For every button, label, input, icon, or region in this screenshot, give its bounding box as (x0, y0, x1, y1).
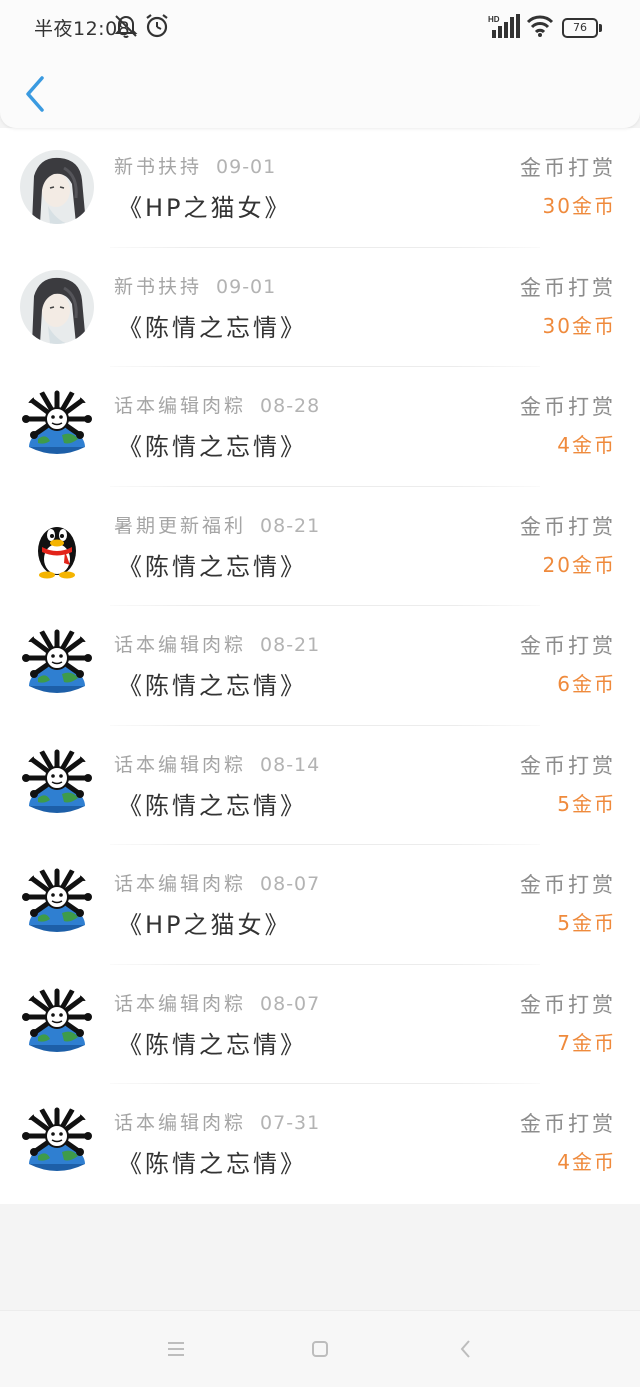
avatar[interactable] (20, 1106, 94, 1180)
source-name: 话本编辑肉粽 (114, 634, 247, 656)
avatar[interactable] (20, 150, 94, 224)
reward-type: 金币打赏 (520, 395, 616, 419)
reward-list: 新书扶持 09-01 《HP之猫女》 金币打赏 30金币 新书扶持 09-01 《陈… (0, 128, 640, 1204)
battery-level: 76 (573, 21, 587, 34)
reward-row[interactable]: 话本编辑肉粽 08-07 《HP之猫女》 金币打赏 5金币 (0, 845, 640, 965)
reward-row[interactable]: 话本编辑肉粽 08-28 《陈情之忘情》 金币打赏 4金币 (0, 367, 640, 487)
home-icon[interactable] (308, 1337, 332, 1361)
reward-type: 金币打赏 (520, 753, 616, 778)
reward-source: 话本编辑肉粽 08-07 (114, 989, 320, 1016)
reward-amount: 5金币 (557, 911, 616, 935)
book-title[interactable]: 《陈情之忘情》 (118, 666, 307, 701)
reward-source: 话本编辑肉粽 08-28 (114, 391, 320, 418)
bell-muted-icon (114, 15, 138, 38)
reward-source: 暑期更新福利 08-21 (114, 511, 320, 538)
reward-row[interactable]: 话本编辑肉粽 08-07 《陈情之忘情》 金币打赏 7金币 (0, 965, 640, 1085)
system-navigation-bar (0, 1310, 640, 1387)
book-title[interactable]: 《陈情之忘情》 (118, 1025, 307, 1060)
app-header: 半夜12:08 HD 76 (0, 0, 640, 128)
battery-indicator: 76 (562, 18, 602, 38)
reward-type: 金币打赏 (520, 992, 616, 1017)
avatar[interactable] (20, 986, 94, 1061)
svg-text:HD: HD (488, 15, 500, 24)
back-button[interactable] (20, 72, 52, 116)
reward-source: 话本编辑肉粽 08-14 (114, 750, 320, 777)
reward-amount: 30金币 (542, 194, 616, 218)
book-title[interactable]: 《陈情之忘情》 (118, 427, 307, 462)
reward-type: 金币打赏 (520, 275, 616, 300)
reward-row[interactable]: 话本编辑肉粽 08-14 《陈情之忘情》 金币打赏 5金币 (0, 726, 640, 846)
source-name: 话本编辑肉粽 (114, 753, 247, 776)
book-title[interactable]: 《陈情之忘情》 (118, 1144, 307, 1179)
reward-date: 09-01 (216, 275, 277, 298)
source-name: 新书扶持 (114, 156, 203, 178)
avatar[interactable] (20, 269, 94, 344)
reward-source: 话本编辑肉粽 08-21 (114, 630, 320, 657)
reward-date: 08-14 (260, 753, 321, 776)
reward-type: 金币打赏 (520, 873, 616, 897)
source-name: 新书扶持 (114, 275, 203, 298)
source-name: 话本编辑肉粽 (114, 992, 247, 1015)
reward-source: 新书扶持 09-01 (114, 272, 276, 299)
avatar[interactable] (20, 867, 94, 941)
back-icon[interactable] (454, 1337, 478, 1361)
wifi-icon (526, 15, 554, 37)
reward-date: 07-31 (260, 1112, 321, 1134)
reward-source: 话本编辑肉粽 08-07 (114, 869, 320, 896)
avatar[interactable] (20, 747, 94, 822)
source-name: 话本编辑肉粽 (114, 395, 247, 417)
book-title[interactable]: 《陈情之忘情》 (118, 308, 307, 343)
reward-amount: 20金币 (542, 552, 616, 577)
reward-date: 08-21 (260, 514, 321, 537)
reward-row[interactable]: 暑期更新福利 08-21 《陈情之忘情》 金币打赏 20金币 (0, 487, 640, 607)
source-name: 暑期更新福利 (114, 514, 247, 537)
reward-row[interactable]: 新书扶持 09-01 《HP之猫女》 金币打赏 30金币 (0, 128, 640, 248)
book-title[interactable]: 《陈情之忘情》 (118, 547, 307, 582)
reward-amount: 5金币 (557, 791, 616, 816)
reward-amount: 6金币 (557, 672, 616, 696)
signal-icon: HD (488, 14, 520, 38)
reward-row[interactable]: 新书扶持 09-01 《陈情之忘情》 金币打赏 30金币 (0, 248, 640, 368)
reward-date: 08-28 (260, 395, 321, 417)
reward-date: 08-07 (260, 992, 321, 1015)
avatar[interactable] (20, 508, 94, 583)
status-bar: 半夜12:08 HD 76 (0, 0, 640, 56)
reward-type: 金币打赏 (520, 156, 616, 180)
avatar[interactable] (20, 628, 94, 702)
book-title[interactable]: 《陈情之忘情》 (118, 786, 307, 821)
alarm-icon (146, 14, 168, 38)
avatar[interactable] (20, 389, 94, 463)
menu-icon[interactable] (164, 1337, 188, 1361)
reward-amount: 7金币 (557, 1030, 616, 1055)
reward-amount: 4金币 (557, 433, 616, 457)
reward-source: 话本编辑肉粽 07-31 (114, 1108, 320, 1135)
reward-date: 08-07 (260, 873, 321, 895)
book-title[interactable]: 《HP之猫女》 (118, 188, 292, 223)
reward-row[interactable]: 话本编辑肉粽 08-21 《陈情之忘情》 金币打赏 6金币 (0, 606, 640, 726)
reward-source: 新书扶持 09-01 (114, 152, 276, 179)
reward-type: 金币打赏 (520, 514, 616, 539)
book-title[interactable]: 《HP之猫女》 (118, 905, 292, 940)
reward-type: 金币打赏 (520, 1112, 616, 1136)
reward-amount: 30金币 (542, 313, 616, 338)
reward-row[interactable]: 话本编辑肉粽 07-31 《陈情之忘情》 金币打赏 4金币 (0, 1084, 640, 1204)
reward-amount: 4金币 (557, 1150, 616, 1174)
reward-date: 09-01 (216, 156, 277, 178)
source-name: 话本编辑肉粽 (114, 1112, 247, 1134)
reward-date: 08-21 (260, 634, 321, 656)
source-name: 话本编辑肉粽 (114, 873, 247, 895)
reward-type: 金币打赏 (520, 634, 616, 658)
